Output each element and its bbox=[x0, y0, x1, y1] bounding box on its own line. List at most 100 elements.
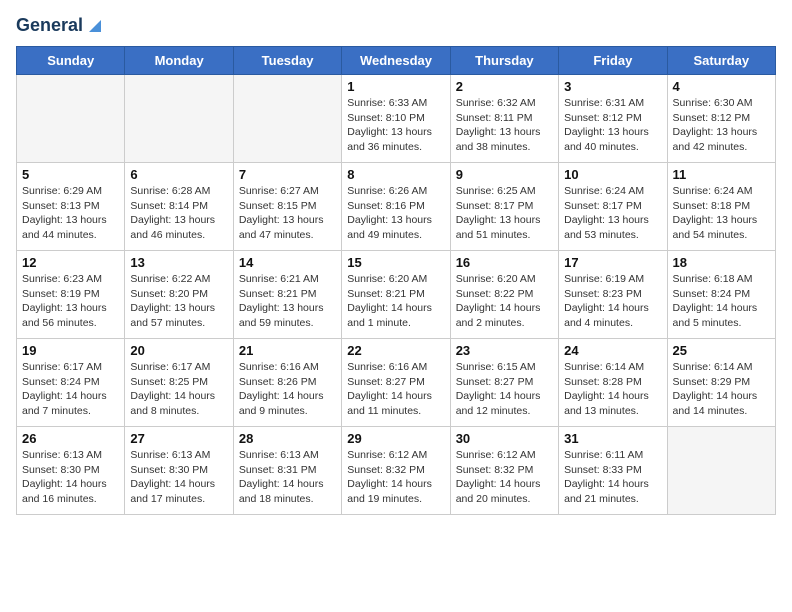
calendar-cell: 16 Sunrise: 6:20 AM Sunset: 8:22 PM Dayli… bbox=[450, 251, 558, 339]
day-number: 8 bbox=[347, 167, 444, 182]
day-info: Sunrise: 6:11 AM Sunset: 8:33 PM Dayligh… bbox=[564, 448, 661, 507]
calendar-cell: 19 Sunrise: 6:17 AM Sunset: 8:24 PM Dayli… bbox=[17, 339, 125, 427]
weekday-header-thursday: Thursday bbox=[450, 47, 558, 75]
weekday-header-saturday: Saturday bbox=[667, 47, 775, 75]
day-number: 1 bbox=[347, 79, 444, 94]
day-number: 16 bbox=[456, 255, 553, 270]
weekday-header-monday: Monday bbox=[125, 47, 233, 75]
day-number: 12 bbox=[22, 255, 119, 270]
day-number: 6 bbox=[130, 167, 227, 182]
calendar-week-row: 19 Sunrise: 6:17 AM Sunset: 8:24 PM Dayli… bbox=[17, 339, 776, 427]
calendar-cell: 9 Sunrise: 6:25 AM Sunset: 8:17 PM Daylig… bbox=[450, 163, 558, 251]
calendar-cell: 15 Sunrise: 6:20 AM Sunset: 8:21 PM Dayli… bbox=[342, 251, 450, 339]
calendar-cell: 17 Sunrise: 6:19 AM Sunset: 8:23 PM Dayli… bbox=[559, 251, 667, 339]
calendar-cell bbox=[17, 75, 125, 163]
day-info: Sunrise: 6:15 AM Sunset: 8:27 PM Dayligh… bbox=[456, 360, 553, 419]
calendar-week-row: 12 Sunrise: 6:23 AM Sunset: 8:19 PM Dayli… bbox=[17, 251, 776, 339]
day-info: Sunrise: 6:25 AM Sunset: 8:17 PM Dayligh… bbox=[456, 184, 553, 243]
weekday-header-wednesday: Wednesday bbox=[342, 47, 450, 75]
day-info: Sunrise: 6:13 AM Sunset: 8:30 PM Dayligh… bbox=[22, 448, 119, 507]
day-number: 20 bbox=[130, 343, 227, 358]
day-info: Sunrise: 6:14 AM Sunset: 8:29 PM Dayligh… bbox=[673, 360, 770, 419]
weekday-header-tuesday: Tuesday bbox=[233, 47, 341, 75]
calendar-cell: 22Sunrise: 6:16 AM Sunset: 8:27 PM Dayli… bbox=[342, 339, 450, 427]
day-info: Sunrise: 6:23 AM Sunset: 8:19 PM Dayligh… bbox=[22, 272, 119, 331]
day-info: Sunrise: 6:16 AM Sunset: 8:26 PM Dayligh… bbox=[239, 360, 336, 419]
page-header: General bbox=[16, 16, 776, 36]
day-info: Sunrise: 6:20 AM Sunset: 8:22 PM Dayligh… bbox=[456, 272, 553, 331]
day-number: 7 bbox=[239, 167, 336, 182]
calendar-cell: 31 Sunrise: 6:11 AM Sunset: 8:33 PM Dayli… bbox=[559, 427, 667, 515]
calendar-cell: 18 Sunrise: 6:18 AM Sunset: 8:24 PM Dayli… bbox=[667, 251, 775, 339]
calendar-cell: 25 Sunrise: 6:14 AM Sunset: 8:29 PM Dayli… bbox=[667, 339, 775, 427]
day-info: Sunrise: 6:13 AM Sunset: 8:30 PM Dayligh… bbox=[130, 448, 227, 507]
day-info: Sunrise: 6:27 AM Sunset: 8:15 PM Dayligh… bbox=[239, 184, 336, 243]
day-number: 9 bbox=[456, 167, 553, 182]
day-info: Sunrise: 6:17 AM Sunset: 8:24 PM Dayligh… bbox=[22, 360, 119, 419]
calendar-cell: 3Sunrise: 6:31 AM Sunset: 8:12 PM Daylig… bbox=[559, 75, 667, 163]
calendar-cell: 23 Sunrise: 6:15 AM Sunset: 8:27 PM Dayli… bbox=[450, 339, 558, 427]
day-number: 31 bbox=[564, 431, 661, 446]
calendar-cell bbox=[233, 75, 341, 163]
calendar-cell: 24 Sunrise: 6:14 AM Sunset: 8:28 PM Dayli… bbox=[559, 339, 667, 427]
day-info: Sunrise: 6:17 AM Sunset: 8:25 PM Dayligh… bbox=[130, 360, 227, 419]
day-number: 27 bbox=[130, 431, 227, 446]
calendar-cell bbox=[125, 75, 233, 163]
day-number: 14 bbox=[239, 255, 336, 270]
day-number: 10 bbox=[564, 167, 661, 182]
day-info: Sunrise: 6:24 AM Sunset: 8:17 PM Dayligh… bbox=[564, 184, 661, 243]
logo-triangle-icon bbox=[85, 16, 105, 36]
weekday-header-friday: Friday bbox=[559, 47, 667, 75]
day-info: Sunrise: 6:19 AM Sunset: 8:23 PM Dayligh… bbox=[564, 272, 661, 331]
day-info: Sunrise: 6:24 AM Sunset: 8:18 PM Dayligh… bbox=[673, 184, 770, 243]
day-number: 24 bbox=[564, 343, 661, 358]
day-info: Sunrise: 6:30 AM Sunset: 8:12 PM Dayligh… bbox=[673, 96, 770, 155]
day-number: 4 bbox=[673, 79, 770, 94]
calendar-cell: 20 Sunrise: 6:17 AM Sunset: 8:25 PM Dayli… bbox=[125, 339, 233, 427]
calendar-cell bbox=[667, 427, 775, 515]
calendar-cell: 28Sunrise: 6:13 AM Sunset: 8:31 PM Dayli… bbox=[233, 427, 341, 515]
day-number: 11 bbox=[673, 167, 770, 182]
day-info: Sunrise: 6:32 AM Sunset: 8:11 PM Dayligh… bbox=[456, 96, 553, 155]
day-info: Sunrise: 6:29 AM Sunset: 8:13 PM Dayligh… bbox=[22, 184, 119, 243]
day-number: 25 bbox=[673, 343, 770, 358]
day-number: 18 bbox=[673, 255, 770, 270]
day-number: 26 bbox=[22, 431, 119, 446]
calendar-cell: 2Sunrise: 6:32 AM Sunset: 8:11 PM Daylig… bbox=[450, 75, 558, 163]
calendar-cell: 7 Sunrise: 6:27 AM Sunset: 8:15 PM Daylig… bbox=[233, 163, 341, 251]
day-number: 19 bbox=[22, 343, 119, 358]
day-info: Sunrise: 6:13 AM Sunset: 8:31 PM Dayligh… bbox=[239, 448, 336, 507]
calendar-cell: 8 Sunrise: 6:26 AM Sunset: 8:16 PM Daylig… bbox=[342, 163, 450, 251]
day-number: 22 bbox=[347, 343, 444, 358]
calendar-week-row: 26 Sunrise: 6:13 AM Sunset: 8:30 PM Dayli… bbox=[17, 427, 776, 515]
day-info: Sunrise: 6:14 AM Sunset: 8:28 PM Dayligh… bbox=[564, 360, 661, 419]
day-info: Sunrise: 6:18 AM Sunset: 8:24 PM Dayligh… bbox=[673, 272, 770, 331]
day-number: 23 bbox=[456, 343, 553, 358]
day-number: 13 bbox=[130, 255, 227, 270]
calendar-cell: 29Sunrise: 6:12 AM Sunset: 8:32 PM Dayli… bbox=[342, 427, 450, 515]
day-info: Sunrise: 6:33 AM Sunset: 8:10 PM Dayligh… bbox=[347, 96, 444, 155]
weekday-header-sunday: Sunday bbox=[17, 47, 125, 75]
calendar-week-row: 5Sunrise: 6:29 AM Sunset: 8:13 PM Daylig… bbox=[17, 163, 776, 251]
weekday-header-row: SundayMondayTuesdayWednesdayThursdayFrid… bbox=[17, 47, 776, 75]
calendar-cell: 1 Sunrise: 6:33 AM Sunset: 8:10 PM Daylig… bbox=[342, 75, 450, 163]
calendar-cell: 30Sunrise: 6:12 AM Sunset: 8:32 PM Dayli… bbox=[450, 427, 558, 515]
day-info: Sunrise: 6:22 AM Sunset: 8:20 PM Dayligh… bbox=[130, 272, 227, 331]
day-info: Sunrise: 6:20 AM Sunset: 8:21 PM Dayligh… bbox=[347, 272, 444, 331]
calendar-cell: 26 Sunrise: 6:13 AM Sunset: 8:30 PM Dayli… bbox=[17, 427, 125, 515]
day-info: Sunrise: 6:26 AM Sunset: 8:16 PM Dayligh… bbox=[347, 184, 444, 243]
day-number: 21 bbox=[239, 343, 336, 358]
day-info: Sunrise: 6:21 AM Sunset: 8:21 PM Dayligh… bbox=[239, 272, 336, 331]
day-info: Sunrise: 6:31 AM Sunset: 8:12 PM Dayligh… bbox=[564, 96, 661, 155]
day-number: 17 bbox=[564, 255, 661, 270]
calendar-cell: 21 Sunrise: 6:16 AM Sunset: 8:26 PM Dayli… bbox=[233, 339, 341, 427]
day-info: Sunrise: 6:28 AM Sunset: 8:14 PM Dayligh… bbox=[130, 184, 227, 243]
calendar-cell: 4 Sunrise: 6:30 AM Sunset: 8:12 PM Daylig… bbox=[667, 75, 775, 163]
day-info: Sunrise: 6:12 AM Sunset: 8:32 PM Dayligh… bbox=[347, 448, 444, 507]
calendar-cell: 14 Sunrise: 6:21 AM Sunset: 8:21 PM Dayli… bbox=[233, 251, 341, 339]
calendar-cell: 13 Sunrise: 6:22 AM Sunset: 8:20 PM Dayli… bbox=[125, 251, 233, 339]
calendar-table: SundayMondayTuesdayWednesdayThursdayFrid… bbox=[16, 46, 776, 515]
calendar-cell: 11 Sunrise: 6:24 AM Sunset: 8:18 PM Dayli… bbox=[667, 163, 775, 251]
calendar-week-row: 1 Sunrise: 6:33 AM Sunset: 8:10 PM Daylig… bbox=[17, 75, 776, 163]
day-number: 15 bbox=[347, 255, 444, 270]
